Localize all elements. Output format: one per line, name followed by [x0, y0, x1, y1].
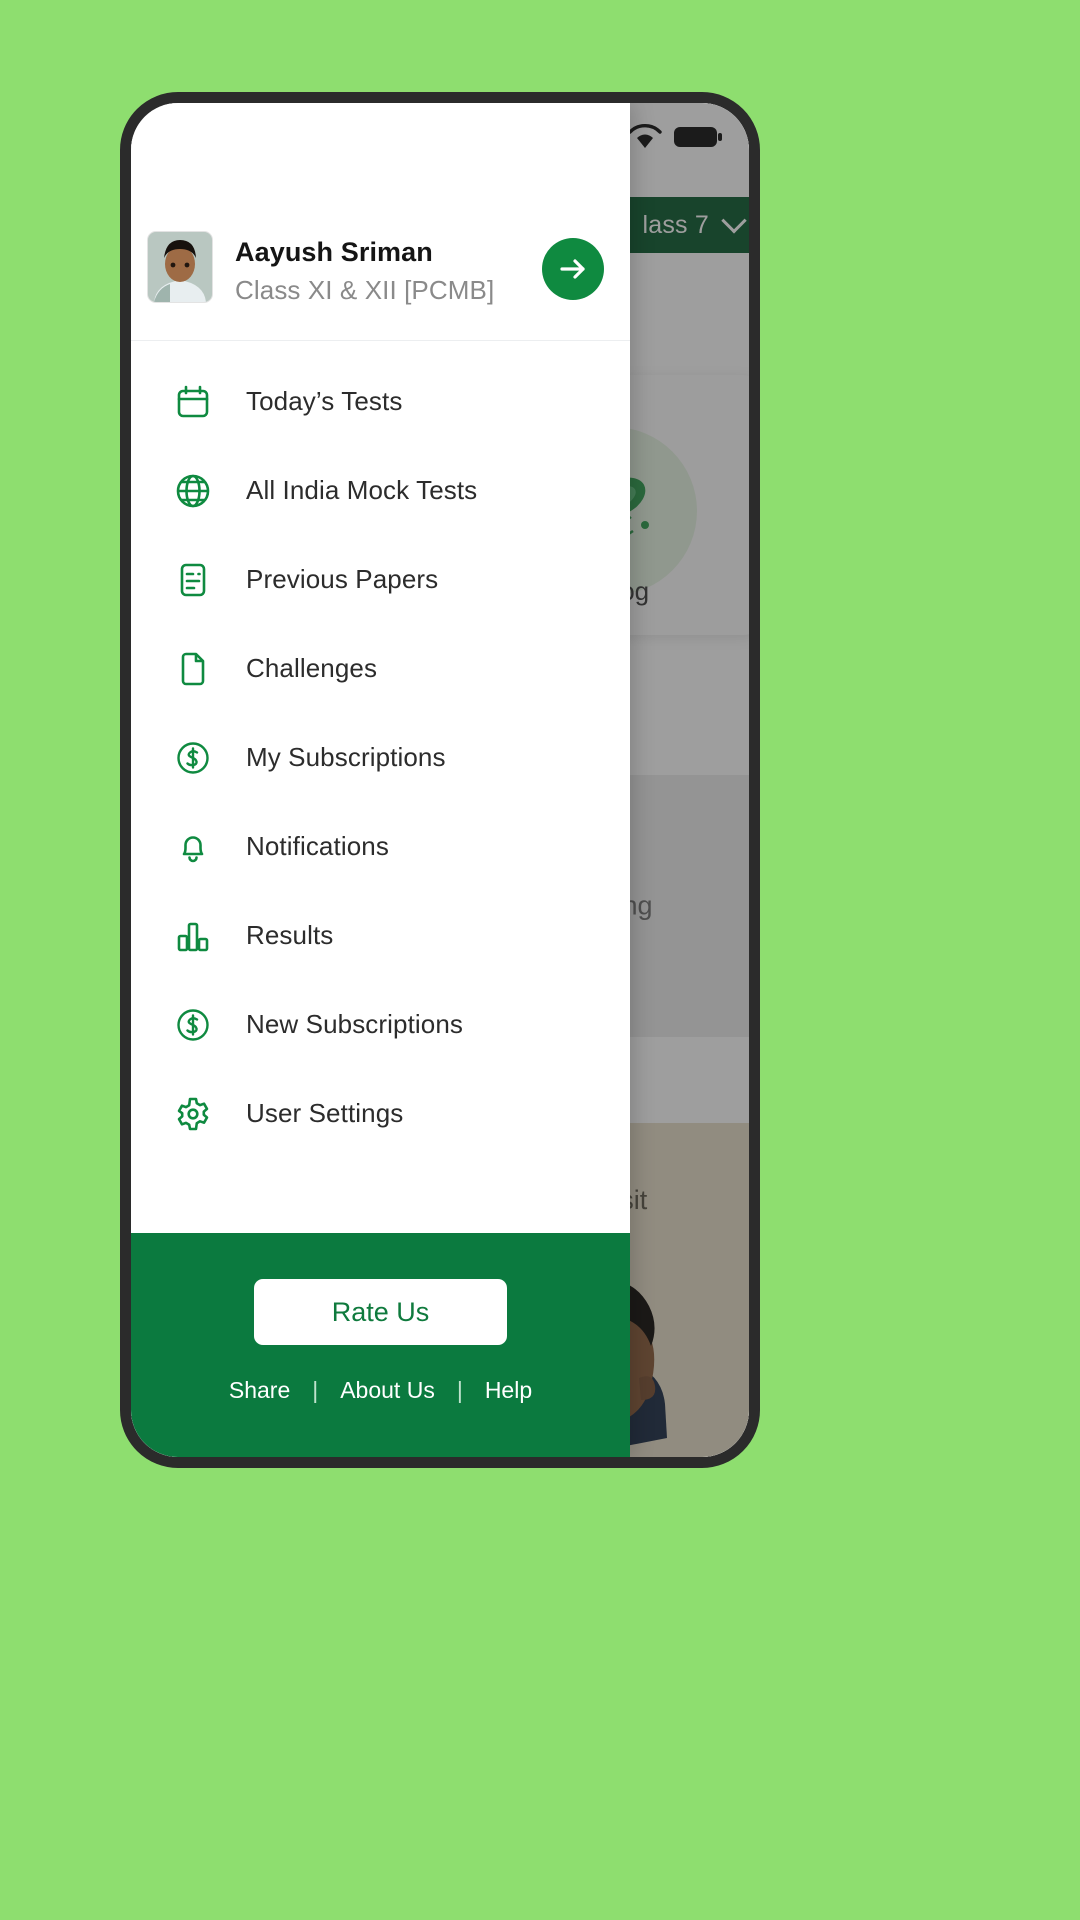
- arrow-right-icon: [560, 259, 585, 279]
- menu-item-challenges[interactable]: Challenges: [131, 624, 630, 713]
- bar-chart-icon: [173, 916, 213, 956]
- gear-icon: [173, 1094, 213, 1134]
- avatar: [147, 231, 213, 303]
- phone-screen: lass 7 Biolog iscing: [131, 103, 749, 1457]
- menu-item-todays-tests[interactable]: Today’s Tests: [131, 357, 630, 446]
- menu-item-new-subscriptions[interactable]: New Subscriptions: [131, 980, 630, 1069]
- menu-item-label: Previous Papers: [246, 564, 439, 594]
- file-icon: [173, 649, 213, 689]
- menu-item-label: Results: [246, 920, 334, 950]
- menu-item-label: New Subscriptions: [246, 1009, 464, 1039]
- profile-arrow-button[interactable]: [542, 238, 604, 300]
- menu-item-label: Challenges: [246, 653, 378, 683]
- menu-item-label: My Subscriptions: [246, 742, 446, 772]
- dollar-circle-icon: [173, 738, 213, 778]
- menu-item-label: User Settings: [246, 1098, 404, 1128]
- menu-item-results[interactable]: Results: [131, 891, 630, 980]
- profile-subtitle: Class XI & XII [PCMB]: [235, 275, 495, 305]
- menu-item-user-settings[interactable]: User Settings: [131, 1069, 630, 1158]
- menu-item-notifications[interactable]: Notifications: [131, 802, 630, 891]
- drawer-profile-text: Aayush Sriman Class XI & XII [PCMB]: [235, 237, 542, 306]
- document-lines-icon: [173, 560, 213, 600]
- menu-item-previous-papers[interactable]: Previous Papers: [131, 535, 630, 624]
- drawer-profile-header[interactable]: Aayush Sriman Class XI & XII [PCMB]: [131, 103, 630, 341]
- phone-frame: lass 7 Biolog iscing: [120, 92, 760, 1468]
- menu-item-my-subscriptions[interactable]: My Subscriptions: [131, 713, 630, 802]
- footer-link-about-us[interactable]: About Us: [318, 1377, 457, 1404]
- menu-item-all-india-mock-tests[interactable]: All India Mock Tests: [131, 446, 630, 535]
- drawer-menu-list: Today’s Tests All India Mock Tests Previ…: [131, 341, 630, 1233]
- menu-item-label: Notifications: [246, 831, 389, 861]
- menu-item-label: Today’s Tests: [246, 386, 403, 416]
- calendar-icon: [173, 382, 213, 422]
- footer-link-share[interactable]: Share: [207, 1377, 312, 1404]
- rate-us-button[interactable]: Rate Us: [254, 1279, 507, 1345]
- globe-icon: [173, 471, 213, 511]
- navigation-drawer: Aayush Sriman Class XI & XII [PCMB] Toda…: [131, 103, 630, 1457]
- profile-name: Aayush Sriman: [235, 237, 433, 267]
- menu-item-label: All India Mock Tests: [246, 475, 478, 505]
- footer-link-help[interactable]: Help: [463, 1377, 554, 1404]
- bell-icon: [173, 827, 213, 867]
- dollar-circle-icon: [173, 1005, 213, 1045]
- drawer-footer: Rate Us Share | About Us | Help: [131, 1233, 630, 1457]
- footer-links: Share | About Us | Help: [207, 1377, 554, 1404]
